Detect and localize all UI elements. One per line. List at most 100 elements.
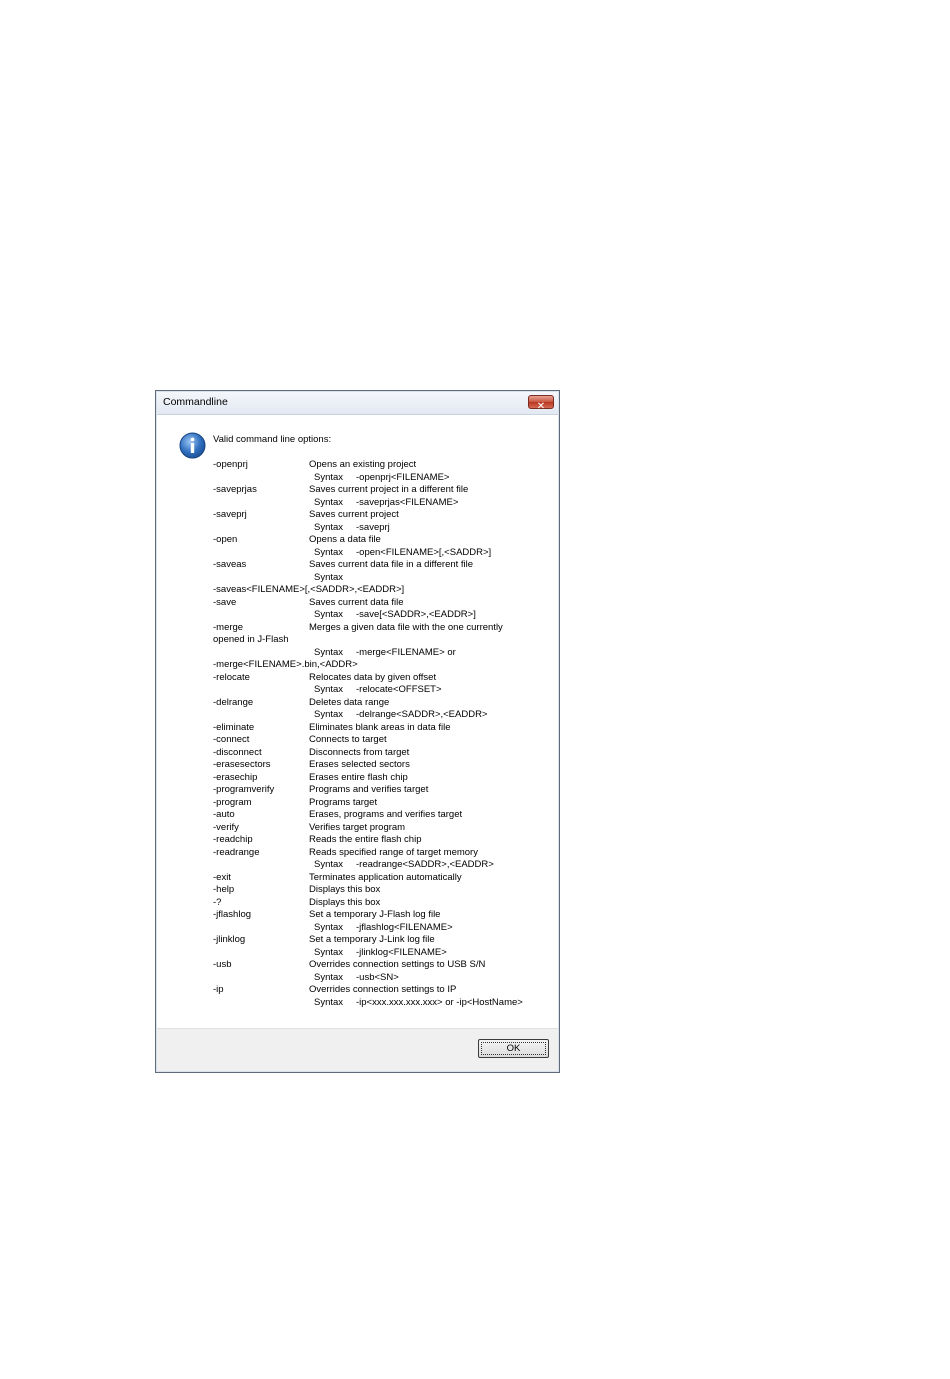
option-row: -erasechip Erases entire flash chip <box>213 772 553 785</box>
option-name: -exit <box>213 871 231 883</box>
option-name: -delrange <box>213 696 254 708</box>
option-name: -verify <box>213 821 239 833</box>
option-description: Saves current project <box>309 509 399 520</box>
option-name: -save <box>213 596 237 608</box>
option-name: -merge <box>213 621 244 633</box>
option-description: Programs and verifies target <box>309 784 429 795</box>
syntax-row: Syntax -openprj<FILENAME> <box>213 472 553 485</box>
option-description: Connects to target <box>309 734 387 745</box>
syntax-row: Syntax -saveprjas<FILENAME> <box>213 497 553 510</box>
option-description: Relocates data by given offset <box>309 671 437 683</box>
option-name: -readrange <box>213 846 260 858</box>
syntax-row: Syntax -merge<FILENAME> or <box>213 647 553 660</box>
option-name: -jlinklog <box>213 934 246 945</box>
option-row: -eliminate Eliminates blank areas in data… <box>213 722 553 735</box>
syntax-value: -openprj<FILENAME> <box>356 471 450 483</box>
wrapped-text: -saveas<FILENAME>[,<SADDR>,<EADDR>] <box>213 584 405 595</box>
option-row: -programverify Programs and verifies targ… <box>213 784 553 797</box>
option-description: Saves current project in a different fil… <box>309 484 469 495</box>
option-name: -saveprjas <box>213 484 257 495</box>
option-name: -usb <box>213 959 232 970</box>
dialog-footer: OK <box>157 1028 558 1071</box>
option-name: -connect <box>213 734 250 745</box>
option-row: -connect Connects to target <box>213 734 553 747</box>
syntax-label: Syntax <box>314 709 344 720</box>
option-description: Merges a given data file with the one cu… <box>309 621 503 633</box>
option-row: -delrange Deletes data range <box>213 697 553 710</box>
syntax-row: Syntax -jflashlog<FILENAME> <box>213 922 553 935</box>
option-name: -help <box>213 884 235 895</box>
option-row: -ip Overrides connection settings to IP <box>213 984 553 997</box>
option-name: -disconnect <box>213 746 262 758</box>
option-description: Erases entire flash chip <box>309 771 408 783</box>
window-title: Commandline <box>163 396 228 408</box>
commandline-dialog: Commandline ✕ Valid command line options… <box>155 390 560 1073</box>
option-name: -program <box>213 796 252 808</box>
option-row: -program Programs target <box>213 797 553 810</box>
option-row: -jlinklog Set a temporary J-Link log file <box>213 934 553 947</box>
option-description: Terminates application automatically <box>309 871 462 883</box>
ok-button[interactable]: OK <box>478 1039 549 1058</box>
option-row: -usb Overrides connection settings to USB… <box>213 959 553 972</box>
option-name: -jflashlog <box>213 909 252 920</box>
syntax-row: Syntax -jlinklog<FILENAME> <box>213 947 553 960</box>
syntax-value: -readrange<SADDR>,<EADDR> <box>356 859 494 870</box>
options-list: -openprj Opens an existing project Syntax -… <box>213 459 553 1009</box>
option-name: -? <box>213 896 222 908</box>
option-row: -readrange Reads specified range of targe… <box>213 847 553 860</box>
syntax-label: Syntax <box>314 859 344 870</box>
syntax-value: -ip<xxx.xxx.xxx.xxx> or -ip<HostName> <box>356 996 523 1008</box>
option-row: -save Saves current data file <box>213 597 553 610</box>
option-name: -readchip <box>213 834 253 845</box>
option-row: -erasesectors Erases selected sectors <box>213 759 553 772</box>
option-description: Erases selected sectors <box>309 759 410 770</box>
syntax-value: -jlinklog<FILENAME> <box>356 946 447 958</box>
close-button[interactable]: ✕ <box>528 395 554 412</box>
syntax-row: Syntax -relocate<OFFSET> <box>213 684 553 697</box>
syntax-value: -open<FILENAME>[,<SADDR>] <box>356 546 492 558</box>
syntax-label: Syntax <box>314 521 344 533</box>
option-description: Displays this box <box>309 884 381 895</box>
option-name: -programverify <box>213 784 275 795</box>
option-row: -relocate Relocates data by given offset <box>213 672 553 685</box>
option-description: Set a temporary J-Flash log file <box>309 909 441 920</box>
syntax-value: -save[<SADDR>,<EADDR>] <box>356 609 476 620</box>
syntax-row: Syntax -usb<SN> <box>213 972 553 985</box>
option-row: -exit Terminates application automaticall… <box>213 872 553 885</box>
title-bar[interactable]: Commandline ✕ <box>157 392 558 415</box>
syntax-row: Syntax -saveprj <box>213 522 553 535</box>
syntax-label: Syntax <box>314 996 344 1008</box>
option-row: -saveprj Saves current project <box>213 509 553 522</box>
syntax-value: -saveprj <box>356 521 390 533</box>
syntax-value: -jflashlog<FILENAME> <box>356 921 453 933</box>
close-icon: ✕ <box>536 401 546 412</box>
option-description: Programs target <box>309 796 378 808</box>
option-name: -ip <box>213 984 224 995</box>
option-name: -auto <box>213 809 235 820</box>
option-name: -erasechip <box>213 771 258 783</box>
syntax-row: Syntax -save[<SADDR>,<EADDR>] <box>213 609 553 622</box>
option-row: -saveprjas Saves current project in a dif… <box>213 484 553 497</box>
option-description: Displays this box <box>309 896 381 908</box>
option-description: Overrides connection settings to IP <box>309 984 457 995</box>
syntax-value: -merge<FILENAME> or <box>356 646 456 658</box>
syntax-label: Syntax <box>314 571 344 583</box>
option-description: Reads the entire flash chip <box>309 834 422 845</box>
syntax-label: Syntax <box>314 921 344 933</box>
option-row: -auto Erases, programs and verifies targe… <box>213 809 553 822</box>
wrapped-line: opened in J-Flash <box>213 634 553 647</box>
syntax-row: Syntax -ip<xxx.xxx.xxx.xxx> or -ip<HostNa… <box>213 997 553 1010</box>
option-description: Deletes data range <box>309 696 390 708</box>
option-name: -eliminate <box>213 721 255 733</box>
syntax-label: Syntax <box>314 946 344 958</box>
option-row: -verify Verifies target program <box>213 822 553 835</box>
option-row: -jflashlog Set a temporary J-Flash log fi… <box>213 909 553 922</box>
syntax-value: -relocate<OFFSET> <box>356 684 442 695</box>
option-row: -disconnect Disconnects from target <box>213 747 553 760</box>
syntax-row: Syntax -open<FILENAME>[,<SADDR>] <box>213 547 553 560</box>
syntax-label: Syntax <box>314 971 344 983</box>
syntax-label: Syntax <box>314 546 344 558</box>
option-name: -relocate <box>213 671 250 683</box>
syntax-label: Syntax <box>314 684 344 695</box>
option-row: -? Displays this box <box>213 897 553 910</box>
